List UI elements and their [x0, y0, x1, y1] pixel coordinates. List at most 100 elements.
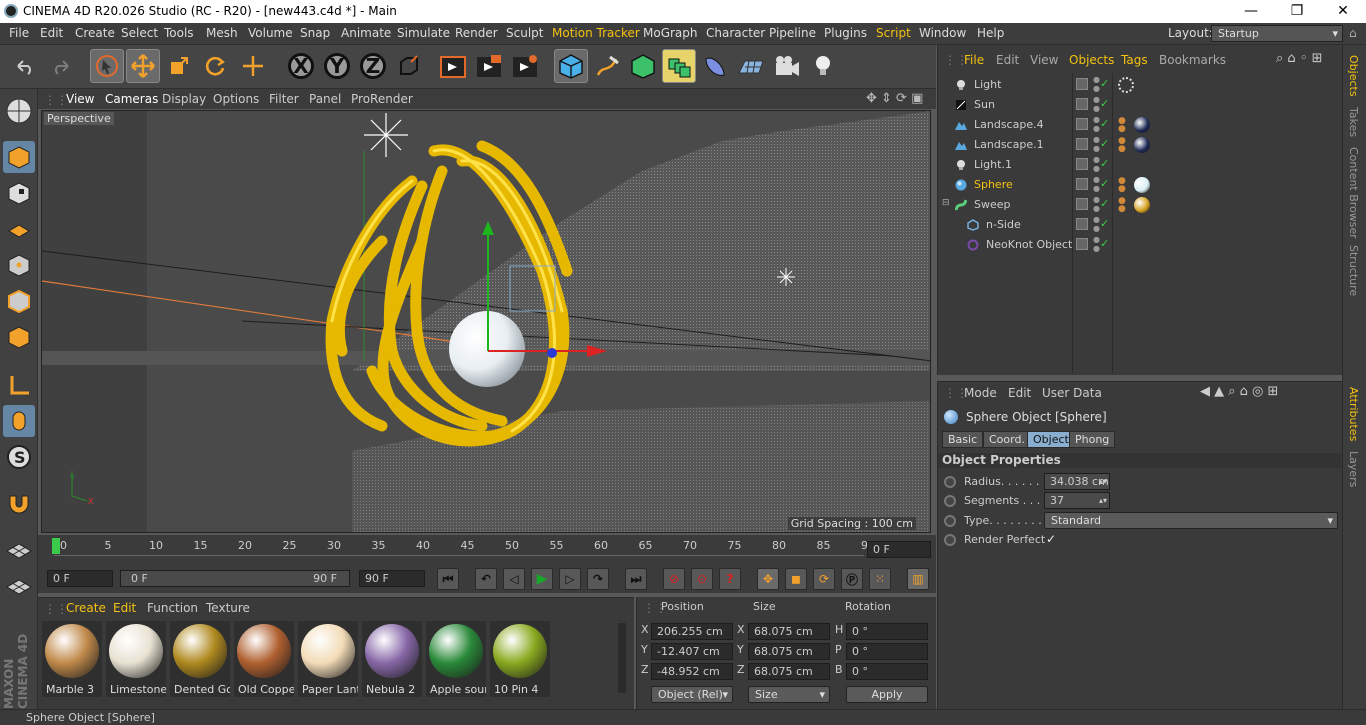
menu-mograph[interactable]: MoGraph: [643, 26, 698, 40]
camera-button[interactable]: [770, 49, 804, 83]
material-tag-icon[interactable]: [1134, 117, 1150, 133]
texture-mode-button[interactable]: [3, 177, 35, 209]
objects-toolbar-icons[interactable]: ⌕ ⌂ ◦ ⊞: [1276, 51, 1323, 66]
go-to-end-button[interactable]: ⏭: [625, 568, 647, 590]
vtab-content-browser[interactable]: Content Browser: [1347, 147, 1360, 239]
cloner-button[interactable]: [662, 49, 696, 83]
attr-toolbar-icons[interactable]: ◀ ▲ ⌕ ⌂ ◎ ⊞: [1200, 384, 1278, 399]
menu-motion-tracker[interactable]: Motion Tracker: [552, 26, 640, 40]
minimize-button[interactable]: —: [1228, 0, 1274, 23]
previous-frame-button[interactable]: ◁: [503, 568, 525, 590]
expand-toggle-icon[interactable]: ⊟: [942, 198, 950, 208]
enabled-checkmark-icon[interactable]: ✓: [1100, 77, 1109, 90]
move-tool-button[interactable]: [126, 49, 160, 83]
viewport-menu-view[interactable]: View: [66, 92, 94, 106]
visibility-dots-icon[interactable]: ● ●: [1093, 135, 1100, 153]
edges-mode-button[interactable]: [3, 285, 35, 317]
size-field[interactable]: 68.075 cm: [748, 663, 830, 680]
position-field[interactable]: 206.255 cm: [651, 623, 733, 640]
menu-file[interactable]: File: [9, 26, 29, 40]
attr-menu-user-data[interactable]: User Data: [1042, 386, 1102, 400]
object-name[interactable]: Light: [974, 78, 1001, 91]
timeline-window-button[interactable]: ▥: [907, 568, 929, 590]
menu-help[interactable]: Help: [977, 26, 1004, 40]
phong-tag-icon[interactable]: ● ●: [1118, 177, 1126, 194]
layout-menu-icon[interactable]: ⌂: [1349, 26, 1357, 40]
object-name[interactable]: NeoKnot Object: [986, 238, 1072, 251]
menu-simulate[interactable]: Simulate: [397, 26, 450, 40]
vtab-objects[interactable]: Objects: [1347, 55, 1360, 97]
object-row[interactable]: NeoKnot Object ● ● ✓: [942, 235, 1342, 255]
close-button[interactable]: ✕: [1320, 0, 1366, 23]
layer-swatch[interactable]: [1076, 218, 1088, 230]
menu-snap[interactable]: Snap: [300, 26, 330, 40]
phong-tag-icon[interactable]: ● ●: [1118, 197, 1126, 214]
render-perfect-checkbox[interactable]: ✓: [1046, 532, 1056, 546]
start-frame-field[interactable]: 0 F: [47, 570, 113, 587]
snap-button[interactable]: S: [3, 441, 35, 473]
enabled-checkmark-icon[interactable]: ✓: [1100, 117, 1109, 130]
material-swatch[interactable]: Limestone: [106, 621, 166, 697]
current-frame-field[interactable]: 0 F: [867, 541, 931, 558]
object-row[interactable]: n-Side ● ● ✓: [942, 215, 1342, 235]
objects-menu-objects[interactable]: Objects: [1069, 53, 1114, 67]
workplane-button[interactable]: [3, 213, 35, 245]
deformer-button[interactable]: [698, 49, 732, 83]
viewport-menu-cameras[interactable]: Cameras: [105, 92, 158, 106]
menu-tools[interactable]: Tools: [164, 26, 194, 40]
rotation-field[interactable]: 0 °: [846, 663, 928, 680]
material-menu-function[interactable]: Function: [147, 601, 198, 615]
layer-swatch[interactable]: [1076, 98, 1088, 110]
objects-menu-edit[interactable]: Edit: [996, 53, 1019, 67]
material-tag-icon[interactable]: [1134, 177, 1150, 193]
pen-spline-button[interactable]: [590, 49, 624, 83]
object-name[interactable]: Sun: [974, 98, 995, 111]
objects-menu-view[interactable]: View: [1030, 53, 1058, 67]
menu-animate[interactable]: Animate: [341, 26, 391, 40]
object-row[interactable]: Landscape.1 ● ● ✓ ● ●: [942, 135, 1342, 155]
attr-tab-object[interactable]: Object: [1027, 431, 1075, 448]
objects-menu-bookmarks[interactable]: Bookmarks: [1159, 53, 1226, 67]
menu-volume[interactable]: Volume: [248, 26, 293, 40]
enabled-checkmark-icon[interactable]: ✓: [1100, 157, 1109, 170]
cube-button[interactable]: [554, 49, 588, 83]
attr-tab-coord[interactable]: Coord.: [983, 431, 1031, 448]
material-menu-texture[interactable]: Texture: [206, 601, 250, 615]
material-swatch[interactable]: Old Coppe: [234, 621, 294, 697]
keyframe-selection-button[interactable]: ?: [719, 568, 741, 590]
object-row[interactable]: Sun ● ● ✓: [942, 95, 1342, 115]
workplane-grid-button[interactable]: [3, 569, 35, 601]
menu-sculpt[interactable]: Sculpt: [506, 26, 543, 40]
viewport-menu-display[interactable]: Display: [162, 92, 206, 106]
vtab-layers[interactable]: Layers: [1347, 451, 1360, 487]
viewport-nav-icons[interactable]: ✥ ⇕ ⟳ ▣: [866, 91, 923, 106]
key-position-button[interactable]: ✥: [757, 568, 779, 590]
object-row[interactable]: Sphere ● ● ✓ ● ●: [942, 175, 1342, 195]
light-button[interactable]: [806, 49, 840, 83]
go-to-start-button[interactable]: ⏮: [437, 568, 459, 590]
objects-menu-tags[interactable]: Tags: [1121, 53, 1148, 67]
rotation-field[interactable]: 0 °: [846, 643, 928, 660]
layer-swatch[interactable]: [1076, 158, 1088, 170]
viewport-menu-filter[interactable]: Filter: [269, 92, 299, 106]
key-pla-button[interactable]: ⁙: [869, 568, 891, 590]
playhead[interactable]: [52, 538, 60, 554]
visibility-dots-icon[interactable]: ● ●: [1093, 155, 1100, 173]
apply-button[interactable]: Apply: [846, 686, 928, 703]
record-keys-button[interactable]: ⊘: [663, 568, 685, 590]
vtab-takes[interactable]: Takes: [1347, 107, 1360, 137]
lock-workplane-button[interactable]: [3, 533, 35, 565]
phong-tag-icon[interactable]: ● ●: [1118, 137, 1126, 154]
animate-dot-icon[interactable]: [944, 476, 956, 488]
position-field[interactable]: -12.407 cm: [651, 643, 733, 660]
animate-dot-icon[interactable]: [944, 534, 956, 546]
enabled-checkmark-icon[interactable]: ✓: [1100, 177, 1109, 190]
size-field[interactable]: 68.075 cm: [748, 643, 830, 660]
enable-axis-button[interactable]: [3, 369, 35, 401]
floor-button[interactable]: [734, 49, 768, 83]
vtab-attributes[interactable]: Attributes: [1347, 387, 1360, 441]
key-rotation-button[interactable]: ⟳: [813, 568, 835, 590]
z-axis-lock-button[interactable]: Z: [356, 49, 390, 83]
menu-plugins[interactable]: Plugins: [824, 26, 867, 40]
material-menu-create[interactable]: Create: [66, 601, 106, 615]
